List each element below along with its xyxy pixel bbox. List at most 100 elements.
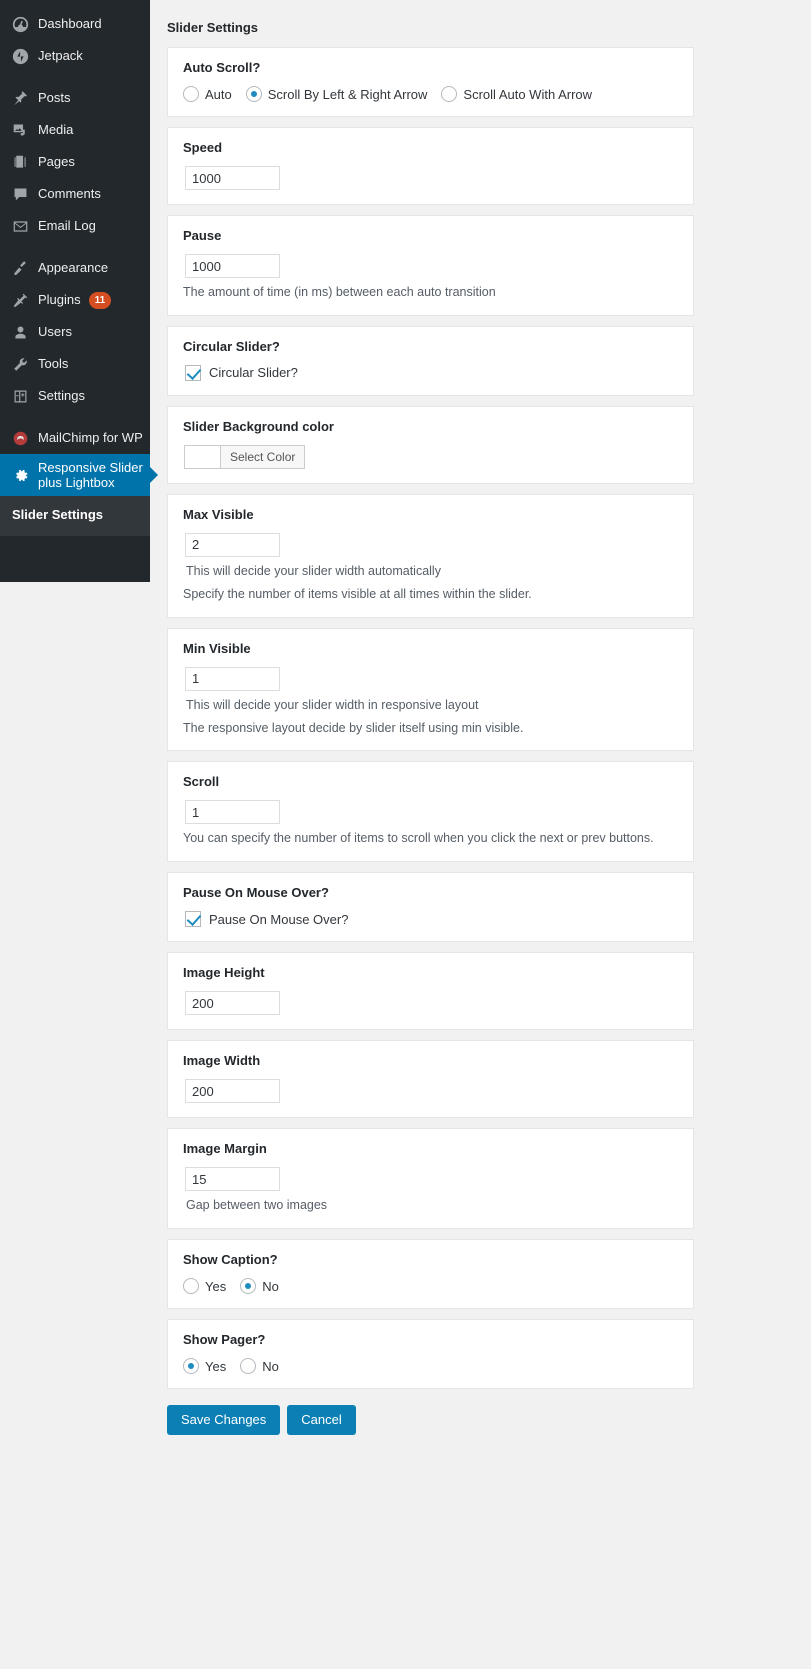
pause-input[interactable]: [185, 254, 280, 278]
sidebar-item-email-log[interactable]: Email Log: [0, 210, 150, 242]
wp-admin-screen: Dashboard Jetpack Posts Media Pages Comm…: [0, 0, 811, 1669]
card-auto-scroll: Auto Scroll? Auto Scroll By Left & Right…: [167, 47, 694, 117]
checkbox-indicator: [185, 364, 201, 381]
image-margin-description: Gap between two images: [186, 1198, 328, 1213]
sidebar-item-media[interactable]: Media: [0, 114, 150, 146]
sidebar-item-dashboard[interactable]: Dashboard: [0, 8, 150, 40]
sidebar-item-label: Plugins: [38, 291, 81, 307]
image-height-input[interactable]: [185, 991, 280, 1016]
main-content: Slider Settings Auto Scroll? Auto Scroll…: [150, 0, 811, 1669]
radio-option-pager-yes[interactable]: Yes: [183, 1358, 227, 1375]
sidebar-item-jetpack[interactable]: Jetpack: [0, 40, 150, 72]
users-icon: [10, 322, 30, 342]
sidebar-item-mailchimp-for-wp[interactable]: MailChimp for WP: [0, 422, 150, 454]
radio-indicator: [240, 1358, 257, 1375]
cancel-button[interactable]: Cancel: [287, 1405, 356, 1435]
card-circular-slider: Circular Slider? Circular Slider?: [167, 325, 694, 396]
sidebar-item-plugins[interactable]: Plugins 11: [0, 284, 150, 316]
circular-slider-checkbox-row[interactable]: Circular Slider?: [183, 364, 678, 381]
radio-label: Scroll By Left & Right Arrow: [267, 86, 428, 102]
radio-indicator: [183, 86, 199, 102]
card-speed: Speed: [167, 127, 694, 205]
max-visible-description-1: This will decide your slider width autom…: [186, 563, 441, 578]
min-visible-description-2: The responsive layout decide by slider i…: [183, 720, 524, 735]
image-margin-label: Image Margin: [183, 1141, 267, 1157]
sidebar-item-label: Tools: [38, 355, 69, 371]
sidebar-item-label: Comments: [38, 185, 101, 201]
pin-icon: [10, 88, 30, 108]
email-icon: [10, 216, 30, 236]
checkbox-label: Circular Slider?: [209, 365, 298, 381]
sidebar-item-label: Settings: [38, 387, 85, 403]
radio-option-caption-yes[interactable]: Yes: [183, 1278, 226, 1295]
radio-option-pager-no[interactable]: No: [240, 1358, 279, 1375]
pause-label: Pause: [183, 228, 222, 243]
card-image-margin: Image Margin Gap between two images: [167, 1128, 694, 1230]
sidebar-item-label: Users: [38, 323, 72, 339]
image-width-label: Image Width: [183, 1053, 261, 1069]
image-height-label: Image Height: [183, 965, 265, 981]
image-margin-input[interactable]: [185, 1167, 280, 1192]
radio-indicator: [183, 1278, 199, 1295]
sidebar-item-label: MailChimp for WP: [38, 429, 143, 445]
max-visible-description-2: Specify the number of items visible at a…: [183, 586, 532, 601]
image-width-input[interactable]: [185, 1079, 280, 1104]
sidebar-item-label: Email Log: [38, 217, 96, 233]
sidebar-item-comments[interactable]: Comments: [0, 178, 150, 210]
speed-input[interactable]: [185, 166, 280, 190]
radio-label: Scroll Auto With Arrow: [463, 86, 593, 102]
radio-indicator: [183, 1358, 199, 1375]
radio-option-scroll-by-left-right-arrow[interactable]: Scroll By Left & Right Arrow: [245, 86, 428, 102]
checkbox-indicator: [185, 911, 201, 928]
sidebar-item-label: Posts: [38, 89, 71, 105]
color-picker: Select Color: [184, 444, 678, 469]
card-scroll: Scroll You can specify the number of ite…: [167, 761, 694, 863]
card-min-visible: Min Visible This will decide your slider…: [167, 627, 694, 752]
slider-background-color-label: Slider Background color: [183, 418, 334, 434]
show-caption-radio-group: Yes No: [183, 1278, 678, 1295]
radio-option-auto[interactable]: Auto: [183, 86, 232, 102]
auto-scroll-label: Auto Scroll?: [183, 60, 261, 75]
media-icon: [10, 120, 30, 140]
sidebar-item-users[interactable]: Users: [0, 316, 150, 348]
card-show-pager: Show Pager? Yes No: [167, 1319, 694, 1390]
mailchimp-icon: [10, 428, 30, 448]
jetpack-icon: [10, 46, 30, 66]
pause-on-mouse-over-checkbox-row[interactable]: Pause On Mouse Over?: [183, 911, 678, 928]
pause-on-mouse-over-label: Pause On Mouse Over?: [183, 885, 329, 901]
sidebar-item-posts[interactable]: Posts: [0, 82, 150, 114]
card-slider-background-color: Slider Background color Select Color: [167, 405, 694, 484]
save-changes-button[interactable]: Save Changes: [167, 1405, 281, 1435]
scroll-input[interactable]: [185, 800, 280, 825]
color-swatch[interactable]: [184, 444, 220, 469]
sidebar-item-pages[interactable]: Pages: [0, 146, 150, 178]
dashboard-icon: [10, 14, 30, 34]
submenu-item-slider-settings[interactable]: Slider Settings: [0, 502, 150, 527]
sidebar-item-appearance[interactable]: Appearance: [0, 252, 150, 284]
radio-indicator: [245, 86, 262, 102]
radio-indicator: [240, 1278, 257, 1295]
select-color-button[interactable]: Select Color: [220, 444, 306, 469]
sidebar-divider: [0, 72, 150, 82]
tools-icon: [10, 354, 30, 374]
page-title: Slider Settings: [167, 20, 259, 35]
show-pager-label: Show Pager?: [183, 1332, 266, 1348]
sidebar-item-tools[interactable]: Tools: [0, 348, 150, 380]
radio-option-scroll-auto-with-arrow[interactable]: Scroll Auto With Arrow: [441, 86, 592, 102]
card-max-visible: Max Visible This will decide your slider…: [167, 493, 694, 618]
min-visible-input[interactable]: [185, 666, 280, 691]
card-image-height: Image Height: [167, 952, 694, 1031]
card-pause: Pause The amount of time (in ms) between…: [167, 215, 694, 316]
comments-icon: [10, 184, 30, 204]
sidebar-item-responsive-slider-plus-lightbox[interactable]: Responsive Slider plus Lightbox: [0, 454, 158, 496]
sidebar-item-settings[interactable]: Settings: [0, 380, 150, 412]
max-visible-input[interactable]: [185, 532, 280, 557]
card-show-caption: Show Caption? Yes No: [167, 1239, 694, 1310]
radio-option-caption-no[interactable]: No: [240, 1278, 279, 1295]
radio-label: Yes: [205, 1358, 227, 1374]
form-actions: Save Changes Cancel: [167, 1405, 811, 1435]
plugins-update-badge: 11: [88, 291, 112, 309]
sidebar-item-label: Pages: [38, 153, 75, 169]
sidebar-submenu: Slider Settings: [0, 496, 150, 536]
auto-scroll-radio-group: Auto Scroll By Left & Right Arrow Scroll…: [183, 86, 678, 102]
